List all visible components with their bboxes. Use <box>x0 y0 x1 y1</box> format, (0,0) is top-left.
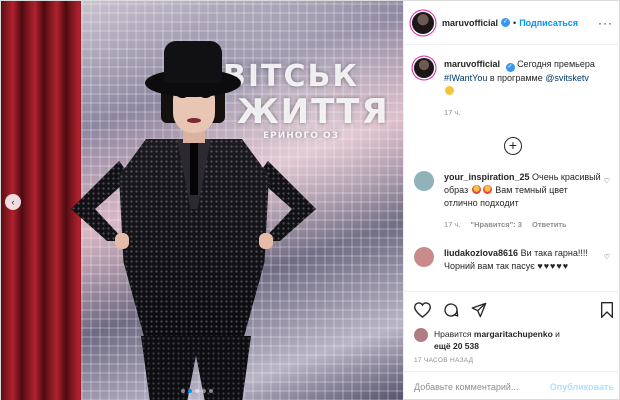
carousel-dot <box>195 389 199 393</box>
post-image[interactable]: ВІТСЬК ЖИТТЯ ЕРИНОГО ОЗ ‹ <box>1 1 403 400</box>
follow-button[interactable]: Подписаться <box>519 18 578 28</box>
carousel-dots <box>181 389 213 393</box>
likes-text: Нравится margaritachupenko и ещё 20 538 <box>434 328 560 352</box>
black-tie <box>190 143 198 195</box>
carousel-dot <box>202 389 206 393</box>
avatar[interactable] <box>412 11 434 34</box>
avatar[interactable] <box>414 247 434 267</box>
action-bar: Нравится margaritachupenko и ещё 20 538 … <box>404 291 620 364</box>
carousel-dot <box>209 389 213 393</box>
carousel-dot-active <box>188 389 192 393</box>
chevron-left-icon[interactable]: ‹ <box>5 194 21 210</box>
comment-input[interactable] <box>414 381 550 392</box>
likes-count-link[interactable]: ещё 20 538 <box>434 341 479 351</box>
comment-meta: 17 ч. "Нравится": 3 Ответить <box>444 218 602 231</box>
avatar[interactable] <box>414 58 434 78</box>
plus-circle-icon[interactable]: + <box>504 137 522 155</box>
post-timestamp[interactable]: 17 ЧАСОВ НАЗАД <box>414 357 614 364</box>
bookmark-icon[interactable] <box>600 302 614 318</box>
comment-likes[interactable]: "Нравится": 3 <box>471 220 522 229</box>
caption: maruvofficial ✓ Сегодня премьера #IWantY… <box>414 58 612 119</box>
share-icon[interactable] <box>471 302 487 318</box>
verified-icon: ✓ <box>501 18 511 27</box>
carousel-dot <box>181 389 185 393</box>
reply-button[interactable]: Ответить <box>532 220 567 229</box>
comment-username[interactable]: your_inspiration_25 <box>444 172 530 182</box>
comments-list: maruvofficial ✓ Сегодня премьера #IWantY… <box>404 46 620 291</box>
caption-time[interactable]: 17 ч. <box>444 108 460 117</box>
publish-button[interactable]: Опубликовать <box>550 382 614 392</box>
post-side-panel: maruvofficial ✓ • Подписаться ··· maruvo… <box>403 1 620 400</box>
caption-meta: 17 ч. <box>444 106 602 119</box>
sign-line-2: ЖИТТЯ <box>237 92 390 132</box>
heart-icon[interactable]: ♡ <box>604 177 610 185</box>
hashtag-link[interactable]: #IWantYou <box>444 73 487 83</box>
separator-dot: • <box>513 17 517 28</box>
lips <box>187 118 201 123</box>
heart-icon[interactable]: ♡ <box>604 253 610 261</box>
likes-suffix: и <box>555 329 560 339</box>
comment-item: your_inspiration_25 Очень красивый образ… <box>414 171 612 231</box>
caption-text: Сегодня премьера <box>517 59 595 69</box>
heart-icon[interactable] <box>414 302 431 318</box>
likes-user-link[interactable]: margaritachupenko <box>474 329 553 339</box>
avatar[interactable] <box>414 171 434 191</box>
instagram-post: ВІТСЬК ЖИТТЯ ЕРИНОГО ОЗ ‹ maruvofficial … <box>0 0 620 400</box>
likes-prefix: Нравится <box>434 329 472 339</box>
sign-line-1: ВІТСЬК <box>223 59 359 94</box>
username-link[interactable]: maruvofficial <box>442 18 498 28</box>
caption-username[interactable]: maruvofficial <box>444 59 500 69</box>
comment-item: liudakozlova8616 Ви така гарна!!!! Чорни… <box>414 247 612 273</box>
comment-body: liudakozlova8616 Ви така гарна!!!! Чорни… <box>444 247 602 273</box>
post-header: maruvofficial ✓ • Подписаться ··· <box>404 1 620 45</box>
black-hearts-emoji: ♥♥♥♥♥ <box>537 261 570 271</box>
caption-text-mid: в программе <box>489 73 543 83</box>
heart-eyes-emoji-icon <box>471 185 481 194</box>
right-hand <box>259 233 273 249</box>
mention-link[interactable]: @svitsketv <box>545 73 589 83</box>
comment-icon[interactable] <box>443 302 459 318</box>
comment-username[interactable]: liudakozlova8616 <box>444 248 518 258</box>
avatar[interactable] <box>414 328 428 342</box>
smile-emoji-icon <box>445 86 454 95</box>
more-icon[interactable]: ··· <box>598 16 613 30</box>
comment-body: your_inspiration_25 Очень красивый образ… <box>444 171 602 231</box>
heart-eyes-emoji-icon <box>482 185 492 194</box>
left-hand <box>115 233 129 249</box>
hat-crown <box>164 41 222 83</box>
backdrop-sign: ВІТСЬК ЖИТТЯ ЕРИНОГО ОЗ <box>223 59 390 142</box>
verified-icon: ✓ <box>505 63 515 72</box>
comment-composer: Опубликовать <box>404 371 620 400</box>
action-icons <box>414 298 614 322</box>
caption-body: maruvofficial ✓ Сегодня премьера #IWantY… <box>444 58 602 119</box>
comment-time[interactable]: 17 ч. <box>444 220 460 229</box>
sign-line-3: ЕРИНОГО ОЗ <box>263 131 340 141</box>
likes-summary: Нравится margaritachupenko и ещё 20 538 <box>414 328 614 352</box>
